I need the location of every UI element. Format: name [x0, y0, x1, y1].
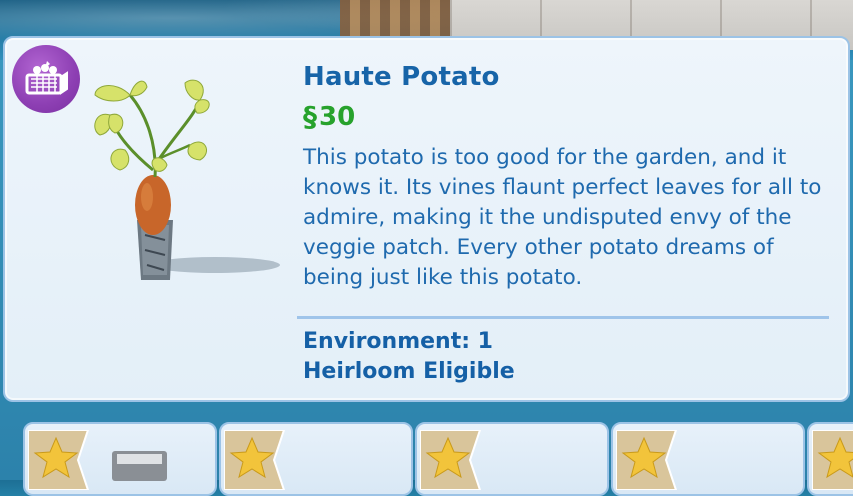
item-price: § 30	[303, 100, 355, 133]
catalog-tile-4[interactable]	[611, 422, 805, 496]
star-icon	[224, 430, 286, 490]
item-description: This potato is too good for the garden, …	[303, 145, 822, 290]
divider	[297, 316, 829, 319]
environment-stat: Environment: 1	[303, 329, 493, 354]
star-icon	[420, 430, 482, 490]
item-thumbnail	[112, 451, 167, 481]
haute-potato-image	[85, 75, 285, 285]
simoleon-icon: §	[303, 100, 317, 133]
star-icon	[28, 430, 90, 490]
item-name: Haute Potato	[303, 62, 500, 92]
catalog-tile-2[interactable]	[219, 422, 413, 496]
item-stats: Environment: 1 Heirloom Eligible	[303, 327, 515, 387]
catalog-tile-5[interactable]	[807, 422, 853, 496]
heirloom-stat: Heirloom Eligible	[303, 359, 515, 384]
category-badge	[12, 45, 80, 113]
garden-basket-icon	[25, 61, 68, 95]
catalog-tile-1[interactable]	[23, 422, 217, 496]
catalog-tile-3[interactable]	[415, 422, 609, 496]
background-rug	[340, 0, 460, 40]
price-value: 30	[319, 101, 356, 132]
star-icon	[616, 430, 678, 490]
star-icon	[812, 430, 853, 490]
catalog-row	[0, 410, 853, 496]
